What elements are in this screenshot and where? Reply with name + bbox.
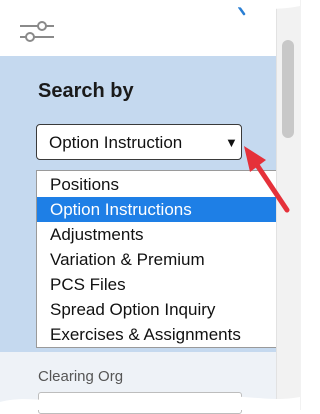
search-by-heading: Search by: [38, 80, 134, 102]
dropdown-option-pcs-files[interactable]: PCS Files: [37, 272, 283, 297]
scrollbar-thumb[interactable]: [282, 40, 294, 138]
dropdown-option-adjustments[interactable]: Adjustments: [37, 222, 283, 247]
top-bar: [0, 0, 276, 56]
dropdown-option-variation-premium[interactable]: Variation & Premium: [37, 247, 283, 272]
filter-sliders-icon[interactable]: [20, 21, 54, 43]
select-value: Option Instruction: [49, 133, 183, 152]
partial-indicator-icon: [238, 6, 246, 16]
search-by-dropdown-list: Positions Option Instructions Adjustment…: [36, 170, 284, 348]
scrollbar[interactable]: [276, 0, 301, 410]
search-by-select[interactable]: Option Instruction ▼: [36, 124, 242, 160]
caret-down-icon: ▼: [225, 135, 238, 150]
dropdown-option-positions[interactable]: Positions: [37, 172, 283, 197]
dropdown-option-option-instructions[interactable]: Option Instructions: [37, 197, 283, 222]
clearing-org-label: Clearing Org: [38, 368, 124, 385]
dropdown-option-spread-option-inquiry[interactable]: Spread Option Inquiry: [37, 297, 283, 322]
clearing-org-field[interactable]: [38, 392, 242, 414]
dropdown-option-exercises-assignments[interactable]: Exercises & Assignments: [37, 322, 283, 347]
